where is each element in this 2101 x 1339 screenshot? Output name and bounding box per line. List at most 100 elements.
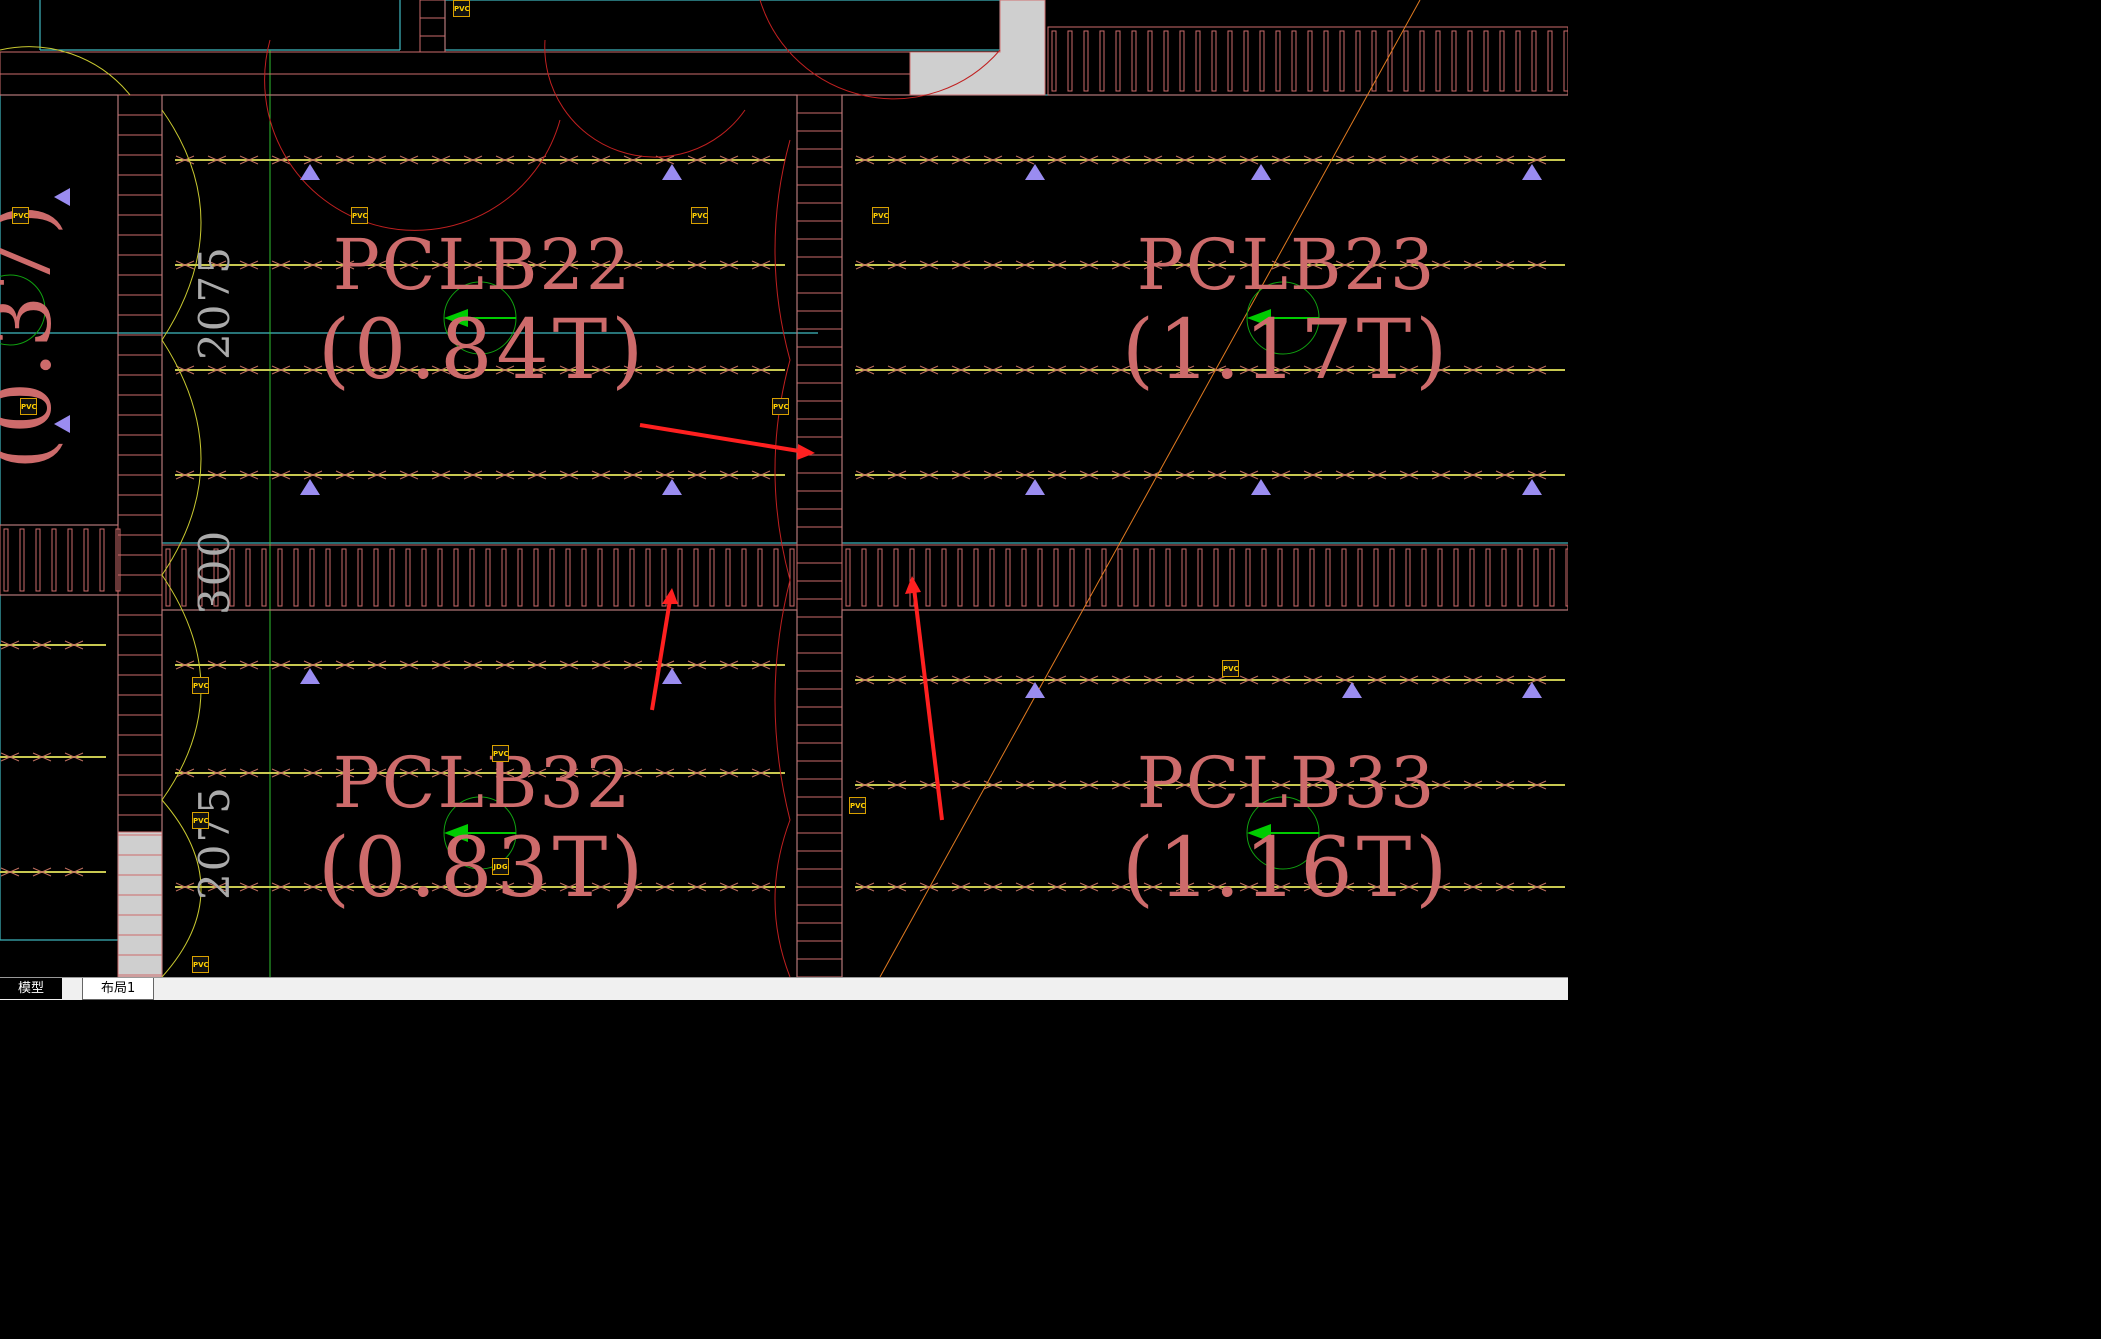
hatch-slat xyxy=(421,548,427,607)
hatch-slat xyxy=(1309,548,1315,607)
hatch-slat xyxy=(1533,548,1539,607)
cad-drawing-canvas[interactable]: PCLB22 (0.84T) PCLB23 (1.17T) PCLB32 (0.… xyxy=(0,0,1568,977)
hatch-slat xyxy=(341,548,347,607)
hatch-slat xyxy=(1405,548,1411,607)
hatch-slat xyxy=(1419,30,1425,92)
hatch-slat xyxy=(1291,30,1297,92)
hatch-slat xyxy=(51,528,57,592)
hatch-slat xyxy=(1389,548,1395,607)
support-triangle xyxy=(300,479,320,495)
support-triangle xyxy=(1522,682,1542,698)
brick-band xyxy=(419,0,446,53)
hatch-slat xyxy=(1149,548,1155,607)
hatch-slat xyxy=(1133,548,1139,607)
tab-layout1[interactable]: 布局1 xyxy=(82,978,155,1000)
hatch-slat xyxy=(1179,30,1185,92)
support-triangle xyxy=(662,479,682,495)
hatch-slat xyxy=(861,548,867,607)
hatch-slat xyxy=(877,548,883,607)
tab-model[interactable]: 模型 xyxy=(0,978,63,999)
hatch-slat xyxy=(645,548,651,607)
hatch-slat xyxy=(309,548,315,607)
hatch-slat xyxy=(1243,30,1249,92)
hatch-slat xyxy=(1293,548,1299,607)
hatch-slat xyxy=(1341,548,1347,607)
dimension-label: 2075 xyxy=(190,245,239,360)
hatch-slat xyxy=(325,548,331,607)
annotation-arrows xyxy=(639,423,944,821)
brick-band xyxy=(796,94,843,977)
hatch-slat xyxy=(1101,548,1107,607)
hatch-slat xyxy=(1067,30,1073,92)
hatch-slat xyxy=(469,548,475,607)
panel-id: PCLB32 xyxy=(332,742,633,824)
hatch-slat xyxy=(741,548,747,607)
panel-label-pclb23: PCLB23 (1.17T) xyxy=(1122,222,1451,394)
hatch-slat xyxy=(83,528,89,592)
hatch-slat xyxy=(1005,548,1011,607)
support-triangle xyxy=(1522,164,1542,180)
dimension-label: 300 xyxy=(190,528,239,615)
support-triangle xyxy=(1251,479,1271,495)
hatch-slat xyxy=(629,548,635,607)
hatch-slat xyxy=(485,548,491,607)
hatch-slat xyxy=(1163,30,1169,92)
hatch-slat xyxy=(941,548,947,607)
jdg-tag: JDG xyxy=(492,858,509,875)
hatch-band xyxy=(841,544,1568,611)
hatch-slat xyxy=(845,548,851,607)
hatch-slat xyxy=(1229,548,1235,607)
hatch-slat xyxy=(1437,548,1443,607)
dimension-label: 2075 xyxy=(190,785,239,900)
layout-tab-bar: 模型 布局1 xyxy=(0,977,1568,1000)
panel-label-partial: (0.37) xyxy=(0,199,70,470)
hatch-slat xyxy=(1083,30,1089,92)
pvc-tag: PVC xyxy=(351,207,368,224)
hatch-slat xyxy=(973,548,979,607)
hatch-slat xyxy=(1131,30,1137,92)
panel-weight: (0.83T) xyxy=(318,821,648,916)
hatch-slat xyxy=(517,548,523,607)
hatch-slat xyxy=(1453,548,1459,607)
hatch-slat xyxy=(35,528,41,592)
hatch-slat xyxy=(99,528,105,592)
hatch-slat xyxy=(1549,548,1555,607)
hatch-slat xyxy=(677,548,683,607)
hatch-slat xyxy=(709,548,715,607)
hatch-slat xyxy=(3,528,9,592)
hatch-slat xyxy=(1115,30,1121,92)
hatch-slat xyxy=(181,548,187,607)
hatch-slat xyxy=(773,548,779,607)
hatch-slat xyxy=(405,548,411,607)
yellow-arcs xyxy=(0,46,202,977)
support-triangle xyxy=(1251,164,1271,180)
hatch-slat xyxy=(1099,30,1105,92)
hatch-slat xyxy=(1483,30,1489,92)
pvc-tag: PVC xyxy=(691,207,708,224)
hatch-slat xyxy=(1515,30,1521,92)
hatch-slat xyxy=(1261,548,1267,607)
pvc-tag: PVC xyxy=(192,677,209,694)
hatch-slat xyxy=(1195,30,1201,92)
panel-label-pclb33: PCLB33 (1.16T) xyxy=(1122,740,1451,912)
hatch-slat xyxy=(1197,548,1203,607)
pvc-tag: PVC xyxy=(849,797,866,814)
hatch-slat xyxy=(893,548,899,607)
hatch-slat xyxy=(1053,548,1059,607)
hatch-slat xyxy=(1213,548,1219,607)
panel-id: PCLB23 xyxy=(1136,224,1437,306)
panel-id: PCLB33 xyxy=(1136,742,1437,824)
panel-weight: (1.17T) xyxy=(1122,303,1452,398)
hatch-slat xyxy=(957,548,963,607)
hatch-slat xyxy=(597,548,603,607)
hatch-slat xyxy=(1355,30,1361,92)
hatch-slat xyxy=(389,548,395,607)
hatch-slat xyxy=(693,548,699,607)
hatch-slat xyxy=(1357,548,1363,607)
hatch-slat xyxy=(1259,30,1265,92)
hatch-slat xyxy=(1371,30,1377,92)
hatch-slat xyxy=(1277,548,1283,607)
support-triangle xyxy=(1342,682,1362,698)
hatch-slat xyxy=(1117,548,1123,607)
hatch-slat xyxy=(1069,548,1075,607)
